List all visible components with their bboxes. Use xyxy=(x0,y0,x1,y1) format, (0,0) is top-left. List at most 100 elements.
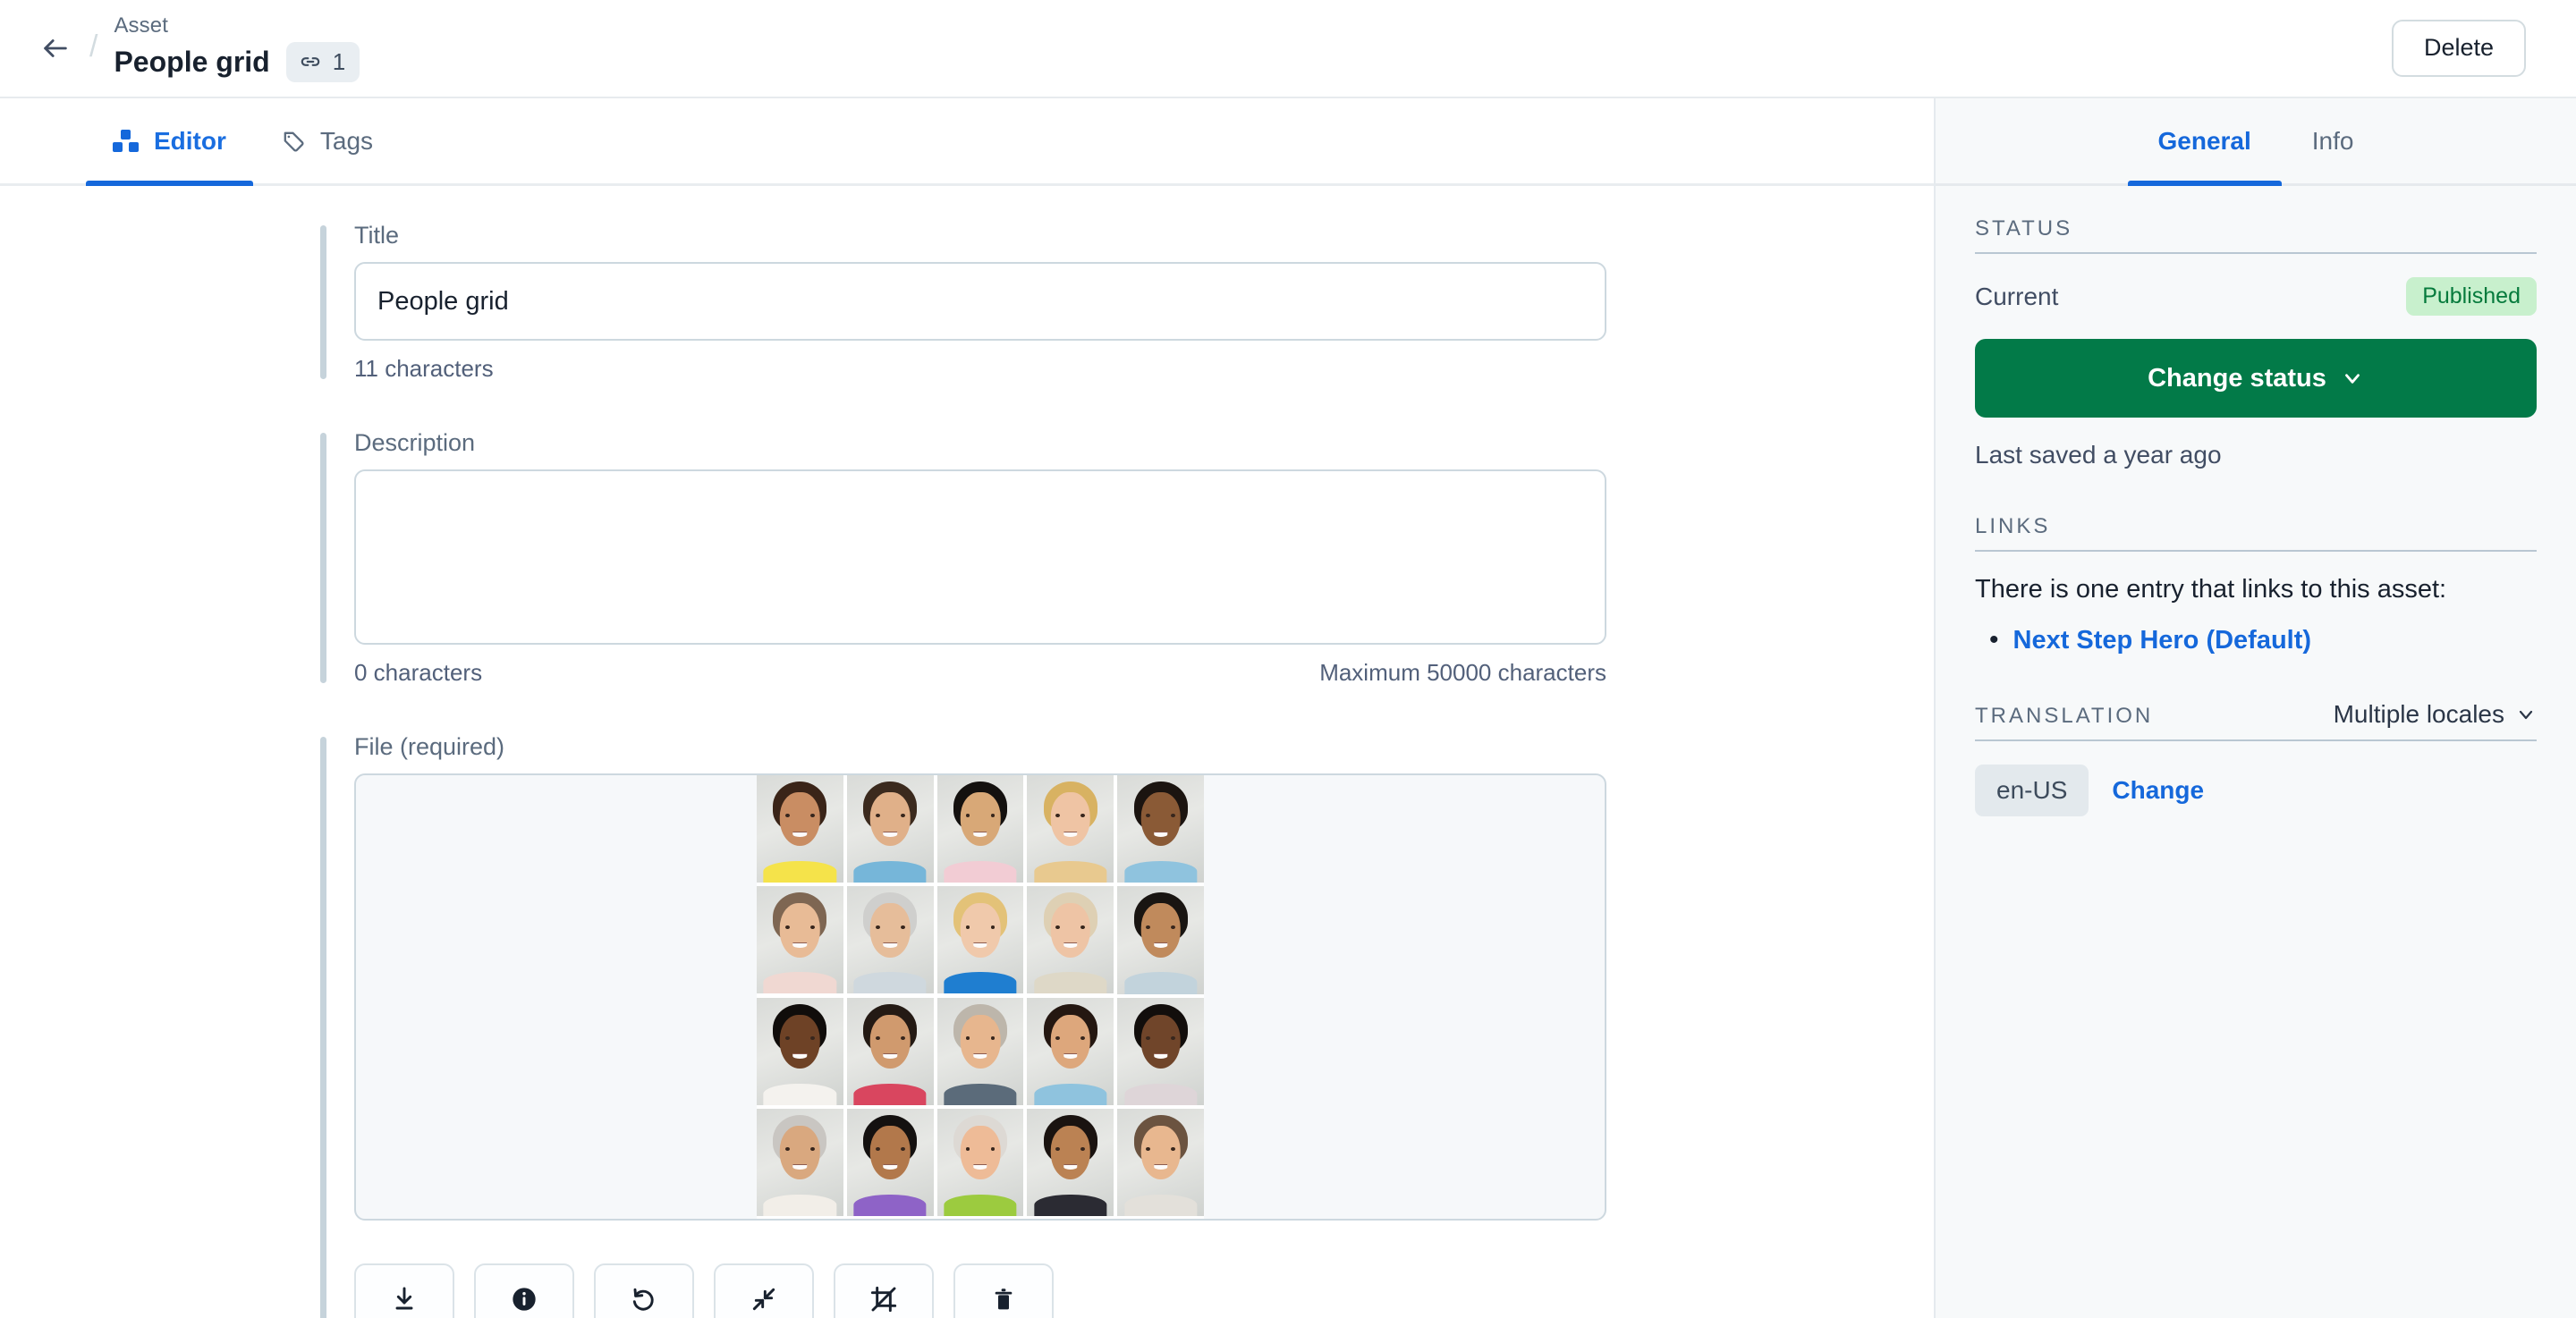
description-char-counter: 0 characters xyxy=(354,659,483,686)
form-scroll-area: Title People grid 11 characters Descript… xyxy=(0,186,1934,1318)
portrait-thumb xyxy=(757,1108,843,1216)
status-badge: Published xyxy=(2406,277,2537,316)
portrait-thumb xyxy=(847,1220,934,1221)
people-grid-image xyxy=(757,775,1204,1221)
portrait-thumb xyxy=(1117,1108,1204,1216)
chevron-down-icon xyxy=(2344,374,2360,384)
tab-editor-label: Editor xyxy=(154,126,226,155)
field-description: Description 0 characters Maximum 50000 c… xyxy=(320,429,1934,687)
form-container: Title People grid 11 characters Descript… xyxy=(0,222,1934,1318)
rotate-icon xyxy=(632,1288,654,1311)
crop-button[interactable] xyxy=(834,1263,934,1318)
file-preview[interactable] xyxy=(354,773,1606,1221)
crop-icon xyxy=(870,1286,897,1313)
editor-nodes-icon xyxy=(113,128,140,155)
title-label: Title xyxy=(354,222,400,249)
link-count-badge[interactable]: 1 xyxy=(285,41,360,82)
file-label: File (required) xyxy=(354,733,505,760)
portrait-thumb xyxy=(1117,997,1204,1105)
title-char-counter: 11 characters xyxy=(354,355,494,382)
right-sidebar: General Info STATUS Current Published Ch… xyxy=(1934,98,2576,1318)
rotate-button[interactable] xyxy=(594,1263,694,1318)
change-status-button[interactable]: Change status xyxy=(1975,339,2537,418)
tag-icon xyxy=(284,131,304,152)
portrait-thumb xyxy=(757,775,843,883)
locale-tag: en-US xyxy=(1975,765,2089,816)
page-body: Editor Tags Title People grid 11 charact… xyxy=(0,98,2576,1318)
tab-info[interactable]: Info xyxy=(2282,98,2385,183)
portrait-thumb xyxy=(1117,1220,1204,1221)
title-input[interactable]: People grid xyxy=(354,262,1606,341)
portrait-thumb xyxy=(1117,886,1204,994)
portrait-thumb xyxy=(846,997,934,1105)
description-textarea[interactable] xyxy=(354,469,1606,645)
resize-icon xyxy=(752,1288,775,1311)
tab-tags[interactable]: Tags xyxy=(253,98,400,183)
tab-tags-label: Tags xyxy=(319,126,374,155)
portrait-thumb xyxy=(936,997,1024,1105)
resize-button[interactable] xyxy=(714,1263,814,1318)
portrait-thumb xyxy=(936,886,1024,994)
portrait-thumb xyxy=(757,886,843,994)
portrait-thumb xyxy=(1027,997,1114,1105)
last-saved-note: Last saved a year ago xyxy=(1975,441,2222,469)
portrait-thumb xyxy=(1027,1220,1114,1221)
download-button[interactable] xyxy=(354,1263,454,1318)
breadcrumb-kind: Asset xyxy=(114,13,168,38)
change-status-label: Change status xyxy=(2148,363,2326,393)
portrait-thumb xyxy=(846,775,934,883)
main-panel: Editor Tags Title People grid 11 charact… xyxy=(0,98,1934,1318)
portrait-thumb xyxy=(936,1108,1024,1216)
trash-icon xyxy=(995,1288,1013,1310)
translation-section-header: TRANSLATION Multiple locales xyxy=(1975,700,2537,741)
status-section-header: STATUS xyxy=(1975,216,2537,254)
portrait-thumb xyxy=(1027,1108,1114,1216)
field-file: File (required) xyxy=(320,733,1934,1318)
tab-editor[interactable]: Editor xyxy=(86,98,253,186)
description-max-hint: Maximum 50000 characters xyxy=(1319,659,1606,686)
breadcrumb-separator: / xyxy=(89,29,98,63)
portrait-thumb xyxy=(1117,775,1204,883)
field-title: Title People grid 11 characters xyxy=(320,222,1934,383)
portrait-thumb xyxy=(846,1108,934,1216)
delete-button[interactable]: Delete xyxy=(2391,20,2526,77)
status-section-title: STATUS xyxy=(1975,216,2073,241)
links-description: There is one entry that links to this as… xyxy=(1975,575,2447,604)
chevron-down-icon xyxy=(2519,710,2533,720)
locale-scope-label: Multiple locales xyxy=(2333,700,2504,728)
linked-entry-link[interactable]: Next Step Hero (Default) xyxy=(2013,626,2312,655)
sidebar-content: STATUS Current Published Change status L… xyxy=(1936,186,2576,816)
portrait-thumb xyxy=(1027,886,1114,994)
page-title: People grid xyxy=(114,45,270,78)
asset-editor-page: / Asset People grid 1 Delete Editor Tags… xyxy=(0,0,2576,1318)
change-locale-link[interactable]: Change xyxy=(2112,776,2204,805)
link-count-value: 1 xyxy=(332,47,346,75)
list-item: Next Step Hero (Default) xyxy=(1989,626,2537,655)
translation-section-title: TRANSLATION xyxy=(1975,704,2154,728)
breadcrumb: Asset People grid 1 xyxy=(114,13,360,82)
arrow-left-icon xyxy=(44,39,67,57)
locale-scope-select[interactable]: Multiple locales xyxy=(2334,700,2537,729)
links-section-header: LINKS xyxy=(1975,514,2537,552)
tab-general[interactable]: General xyxy=(2127,98,2283,186)
info-button[interactable] xyxy=(474,1263,574,1318)
sidebar-tabbar: General Info xyxy=(1936,98,2576,186)
status-current-label: Current xyxy=(1975,282,2059,310)
links-list: Next Step Hero (Default) xyxy=(1975,626,2537,655)
file-toolbar xyxy=(354,1263,1934,1318)
page-header: / Asset People grid 1 Delete xyxy=(0,0,2576,98)
links-section-title: LINKS xyxy=(1975,514,2051,538)
description-label: Description xyxy=(354,429,476,456)
link-chain-icon xyxy=(301,57,319,67)
portrait-thumb xyxy=(846,886,934,994)
status-current-row: Current Published xyxy=(1975,277,2537,316)
portrait-thumb xyxy=(757,997,843,1105)
info-icon xyxy=(513,1288,536,1311)
portrait-thumb xyxy=(1027,775,1114,883)
description-helpers: 0 characters Maximum 50000 characters xyxy=(354,659,1606,687)
locale-row: en-US Change xyxy=(1975,765,2537,816)
delete-file-button[interactable] xyxy=(953,1263,1054,1318)
editor-tabbar: Editor Tags xyxy=(0,98,1934,186)
back-button[interactable] xyxy=(30,23,80,73)
portrait-thumb xyxy=(757,1220,843,1221)
